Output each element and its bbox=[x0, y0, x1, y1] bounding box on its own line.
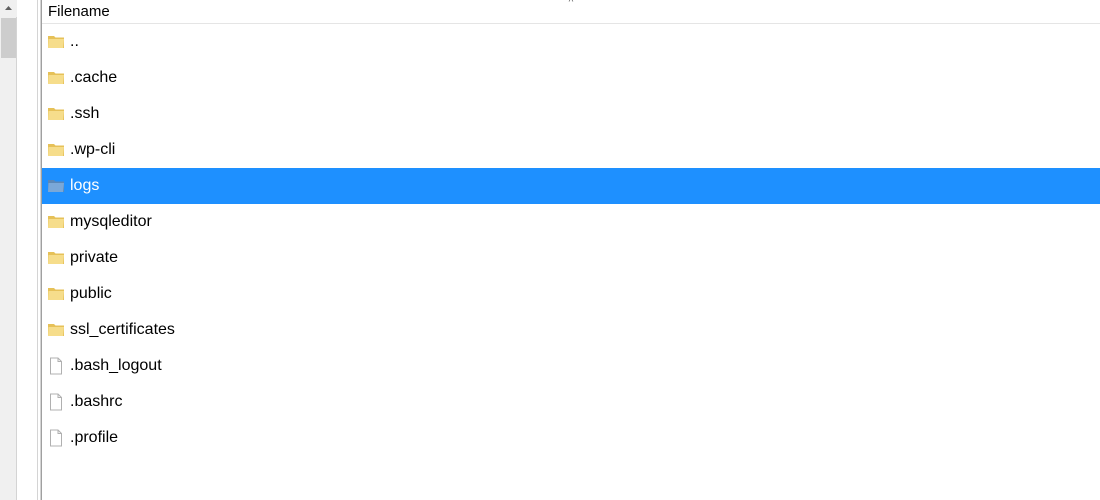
file-name-label: ssl_certificates bbox=[70, 320, 175, 340]
left-panel-edge bbox=[17, 0, 37, 500]
left-panel-scrollbar[interactable] bbox=[0, 0, 17, 500]
folder-icon bbox=[46, 104, 66, 124]
list-item[interactable]: mysqleditor bbox=[42, 204, 1100, 240]
file-name-label: .ssh bbox=[70, 104, 99, 124]
folder-icon bbox=[46, 320, 66, 340]
file-name-label: .bashrc bbox=[70, 392, 122, 412]
file-icon bbox=[46, 392, 66, 412]
list-item[interactable]: .. bbox=[42, 24, 1100, 60]
list-item[interactable]: .ssh bbox=[42, 96, 1100, 132]
column-header-row: Filename ^ bbox=[42, 0, 1100, 24]
list-item[interactable]: ssl_certificates bbox=[42, 312, 1100, 348]
file-name-label: logs bbox=[70, 176, 99, 196]
scroll-track[interactable] bbox=[0, 58, 16, 500]
file-name-label: public bbox=[70, 284, 112, 304]
folder-icon bbox=[46, 284, 66, 304]
file-icon bbox=[46, 356, 66, 376]
file-name-label: .wp-cli bbox=[70, 140, 115, 160]
list-item[interactable]: .profile bbox=[42, 420, 1100, 456]
list-item[interactable]: .bashrc bbox=[42, 384, 1100, 420]
list-item[interactable]: logs bbox=[42, 168, 1100, 204]
folder-icon bbox=[46, 68, 66, 88]
list-item[interactable]: .wp-cli bbox=[42, 132, 1100, 168]
file-name-label: .bash_logout bbox=[70, 356, 162, 376]
folder-icon bbox=[46, 140, 66, 160]
file-name-label: .cache bbox=[70, 68, 117, 88]
folder-icon bbox=[46, 176, 66, 196]
remote-file-panel: Filename ^ .. .cache .ssh .wp-cli logs mysqle… bbox=[41, 0, 1100, 500]
folder-icon bbox=[46, 248, 66, 268]
scroll-thumb[interactable] bbox=[1, 18, 16, 58]
sort-ascending-icon: ^ bbox=[569, 0, 574, 8]
list-item[interactable]: .bash_logout bbox=[42, 348, 1100, 384]
file-list[interactable]: .. .cache .ssh .wp-cli logs mysqleditor privat… bbox=[42, 24, 1100, 500]
file-name-label: mysqleditor bbox=[70, 212, 152, 232]
list-item[interactable]: .cache bbox=[42, 60, 1100, 96]
file-icon bbox=[46, 428, 66, 448]
list-item[interactable]: private bbox=[42, 240, 1100, 276]
app-container: Filename ^ .. .cache .ssh .wp-cli logs mysqle… bbox=[0, 0, 1100, 500]
folder-icon bbox=[46, 212, 66, 232]
list-item[interactable]: public bbox=[42, 276, 1100, 312]
scroll-up-arrow-icon[interactable] bbox=[0, 0, 17, 17]
file-name-label: private bbox=[70, 248, 118, 268]
file-name-label: .profile bbox=[70, 428, 118, 448]
folder-icon bbox=[46, 32, 66, 52]
filename-column-label: Filename bbox=[48, 3, 110, 20]
file-name-label: .. bbox=[70, 32, 79, 52]
